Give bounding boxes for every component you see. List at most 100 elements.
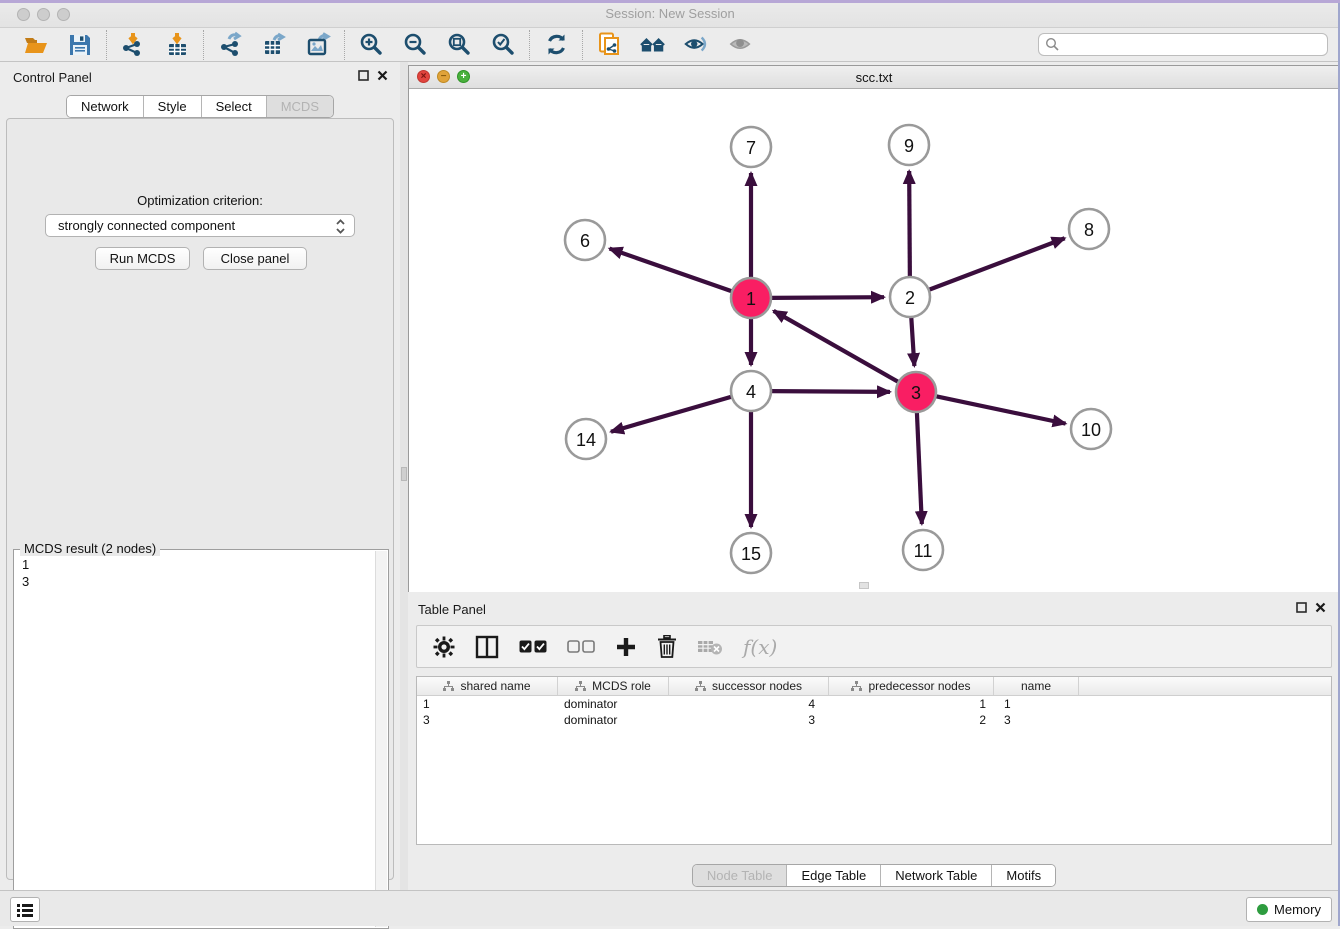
first-neighbors-icon[interactable] [639, 31, 667, 59]
network-title: scc.txt [409, 70, 1339, 85]
close-table-panel-icon[interactable] [1315, 602, 1326, 613]
delete-row-icon[interactable] [657, 632, 677, 662]
hierarchy-icon [695, 681, 706, 692]
graph-node-label-4: 4 [746, 382, 756, 402]
float-panel-icon[interactable] [358, 70, 369, 81]
mcds-result-box: MCDS result (2 nodes) 1 3 [13, 549, 389, 929]
column-header-cell[interactable]: MCDS role [558, 677, 669, 695]
tab-motifs[interactable]: Motifs [991, 865, 1055, 886]
optimization-select[interactable]: strongly connected component [45, 214, 355, 237]
table-panel-title: Table Panel [418, 602, 486, 617]
import-table-icon[interactable] [163, 31, 191, 59]
import-network-icon[interactable] [119, 31, 147, 59]
table-cell[interactable]: 2 [829, 712, 994, 728]
graph-node-label-3: 3 [911, 383, 921, 403]
column-header-shared-name: shared name [460, 679, 530, 693]
desktop-edge-top [0, 0, 1340, 3]
show-columns-icon[interactable] [475, 632, 499, 662]
close-panel-icon[interactable] [377, 70, 388, 81]
close-panel-button[interactable]: Close panel [203, 247, 307, 270]
zoom-selected-icon[interactable] [489, 31, 517, 59]
table-cell[interactable]: dominator [558, 696, 669, 712]
tab-style[interactable]: Style [143, 96, 201, 117]
graph-edge-3-10[interactable] [936, 396, 1066, 423]
deselect-all-icon[interactable] [567, 632, 595, 662]
column-header-successor-nodes: successor nodes [712, 679, 802, 693]
task-history-button[interactable] [10, 897, 40, 922]
mcds-result-text[interactable]: 1 3 [16, 556, 374, 926]
tab-network-table[interactable]: Network Table [880, 865, 991, 886]
table-cell[interactable]: 3 [669, 712, 829, 728]
graph-edge-1-6[interactable] [610, 249, 733, 292]
zoom-in-icon[interactable] [357, 31, 385, 59]
open-file-icon[interactable] [22, 31, 50, 59]
tab-edge-table[interactable]: Edge Table [786, 865, 880, 886]
network-canvas[interactable]: 7968124314101511 [409, 89, 1339, 592]
graph-edge-4-14[interactable] [611, 397, 732, 432]
optimization-label: Optimization criterion: [7, 193, 393, 208]
memory-status-icon [1257, 904, 1268, 915]
column-header-cell[interactable]: shared name [417, 677, 558, 695]
table-panel: Table Panel [408, 594, 1340, 890]
graph-edge-1-2[interactable] [771, 297, 884, 298]
zoom-out-icon[interactable] [401, 31, 429, 59]
memory-label: Memory [1274, 902, 1321, 917]
list-icon [16, 902, 34, 918]
table-row[interactable]: 1dominator411 [417, 696, 1331, 712]
memory-button[interactable]: Memory [1246, 897, 1332, 922]
network-view-window: × − + scc.txt 7968124314101511 [408, 65, 1340, 592]
divider-grip[interactable] [401, 467, 407, 481]
add-row-icon[interactable] [615, 632, 637, 662]
table-cell[interactable]: 3 [417, 712, 558, 728]
table-cell[interactable]: dominator [558, 712, 669, 728]
graph-edge-3-11[interactable] [917, 412, 922, 524]
graph-edge-2-3[interactable] [911, 317, 914, 366]
table-cell[interactable]: 1 [417, 696, 558, 712]
export-table-icon[interactable] [260, 31, 288, 59]
table-cell[interactable]: 1 [829, 696, 994, 712]
main-toolbar [0, 28, 1340, 62]
clone-network-icon[interactable] [595, 31, 623, 59]
export-network-icon[interactable] [216, 31, 244, 59]
table-cell[interactable]: 3 [994, 712, 1079, 728]
select-all-icon[interactable] [519, 632, 547, 662]
float-table-panel-icon[interactable] [1296, 602, 1307, 613]
panel-divider[interactable] [400, 62, 408, 890]
tab-mcds[interactable]: MCDS [266, 96, 333, 117]
table-cell[interactable]: 4 [669, 696, 829, 712]
graph-node-label-11: 11 [914, 541, 933, 561]
table-settings-icon[interactable] [433, 632, 455, 662]
main-titlebar: Session: New Session [0, 0, 1340, 28]
table-row[interactable]: 3dominator323 [417, 712, 1331, 728]
graph-node-label-10: 10 [1081, 420, 1101, 440]
control-panel-tabs: NetworkStyleSelectMCDS [66, 95, 334, 118]
tab-select[interactable]: Select [201, 96, 266, 117]
tab-node-table[interactable]: Node Table [693, 865, 787, 886]
canvas-resize-grip[interactable] [859, 582, 869, 589]
network-window-titlebar[interactable]: × − + scc.txt [409, 66, 1339, 89]
show-all-icon[interactable] [727, 31, 755, 59]
graph-edge-2-9[interactable] [909, 171, 910, 277]
column-header-cell[interactable]: successor nodes [669, 677, 829, 695]
graph-edge-3-1[interactable] [774, 311, 899, 382]
zoom-fit-icon[interactable] [445, 31, 473, 59]
table-cell[interactable]: 1 [994, 696, 1079, 712]
column-header-cell[interactable]: predecessor nodes [829, 677, 994, 695]
apply-layout-icon[interactable] [542, 31, 570, 59]
control-panel-title: Control Panel [13, 70, 92, 85]
graph-node-label-15: 15 [741, 544, 761, 564]
graph-edge-4-3[interactable] [771, 391, 890, 392]
column-header-cell[interactable]: name [994, 677, 1079, 695]
run-mcds-button[interactable]: Run MCDS [95, 247, 190, 270]
session-title: Session: New Session [0, 6, 1340, 21]
control-panel: Control Panel NetworkStyleSelectMCDS Opt… [0, 62, 400, 890]
result-scrollbar[interactable] [375, 551, 387, 927]
save-session-icon[interactable] [66, 31, 94, 59]
graph-edge-2-8[interactable] [929, 238, 1065, 290]
export-image-icon[interactable] [304, 31, 332, 59]
tab-network[interactable]: Network [67, 96, 143, 117]
search-input[interactable] [1038, 33, 1328, 56]
hide-selected-icon[interactable] [683, 31, 711, 59]
select-stepper-icon [335, 218, 346, 235]
mcds-panel: Optimization criterion: strongly connect… [6, 118, 394, 880]
